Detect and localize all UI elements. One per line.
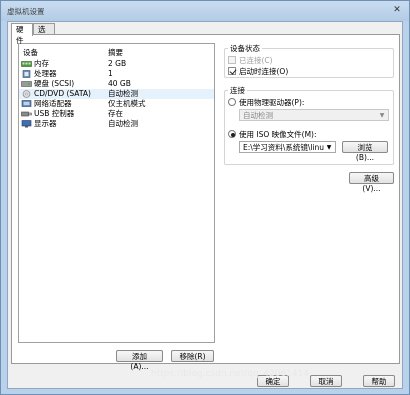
device-name: 网络适配器 <box>34 99 72 108</box>
network-adapter-icon <box>21 100 32 107</box>
title-bar: 虚拟机设置 ✕ <box>1 1 409 21</box>
processor-icon <box>22 70 31 78</box>
device-name: USB 控制器 <box>34 109 75 118</box>
window-title: 虚拟机设置 <box>7 7 45 16</box>
physical-drive-select: 自动检测 ▼ <box>239 109 389 121</box>
add-device-button[interactable]: 添加(A)... <box>116 350 163 371</box>
device-summary: 40 GB <box>108 79 131 88</box>
column-header-summary[interactable]: 摘要 <box>108 47 123 58</box>
device-row-cd-dvd[interactable]: CD/DVD (SATA) 自动检测 <box>19 89 214 99</box>
device-name: CD/DVD (SATA) <box>34 89 91 98</box>
device-summary: 1 <box>108 69 113 78</box>
memory-icon <box>21 61 32 67</box>
device-row-usb-controller[interactable]: USB 控制器 存在 <box>19 109 214 119</box>
device-name: 显示器 <box>34 119 57 128</box>
dialog-client: 硬件 选项 设备 摘要 内存 2 GB <box>7 21 403 389</box>
device-list-header: 设备 摘要 <box>19 47 214 57</box>
device-row-hard-disk[interactable]: 硬盘 (SCSI) 40 GB <box>19 79 214 89</box>
watermark-text: https://blog.csdn.net/qq_42061414 <box>151 369 310 379</box>
device-summary: 自动检测 <box>108 119 138 128</box>
physical-drive-value: 自动检测 <box>243 111 273 120</box>
device-row-display[interactable]: 显示器 自动检测 <box>19 119 214 129</box>
hardware-tab-page: 设备 摘要 内存 2 GB 处理器 1 硬盘 (SCSI) 40 GB CD/D… <box>11 34 400 371</box>
device-name: 处理器 <box>34 69 57 78</box>
connect-on-power-label: 启动时连接(O) <box>239 67 289 76</box>
usb-controller-icon <box>21 111 32 117</box>
display-icon <box>21 120 32 128</box>
help-button[interactable]: 帮助 <box>363 375 395 387</box>
close-icon[interactable]: ✕ <box>391 5 403 16</box>
device-summary: 2 GB <box>108 59 127 68</box>
device-name: 内存 <box>34 59 49 68</box>
device-summary: 自动检测 <box>108 89 138 98</box>
connect-on-power-checkbox[interactable] <box>228 67 236 75</box>
connection-title: 连接 <box>228 85 247 96</box>
cd-dvd-icon <box>22 90 31 98</box>
chevron-down-icon: ▼ <box>379 112 385 119</box>
iso-path-value: E:\学习资料\系统镜\linux系统 <box>243 143 324 152</box>
iso-path-combo[interactable]: E:\学习资料\系统镜\linux系统 ▼ <box>239 141 336 153</box>
device-summary: 仅主机模式 <box>108 99 146 108</box>
device-name: 硬盘 (SCSI) <box>34 79 75 88</box>
device-row-memory[interactable]: 内存 2 GB <box>19 59 214 69</box>
connection-group: 连接 使用物理驱动器(P): 自动检测 ▼ 使用 ISO 映像文件(M): E:… <box>224 85 394 165</box>
cancel-button[interactable]: 取消 <box>310 375 342 387</box>
device-status-group: 设备状态 已连接(C) 启动时连接(O) <box>224 43 394 78</box>
device-summary: 存在 <box>108 109 123 118</box>
iso-image-label: 使用 ISO 映像文件(M): <box>239 130 317 139</box>
device-row-network-adapter[interactable]: 网络适配器 仅主机模式 <box>19 99 214 109</box>
physical-drive-radio[interactable] <box>228 98 236 106</box>
device-status-title: 设备状态 <box>228 43 262 54</box>
connected-label: 已连接(C) <box>239 56 273 65</box>
physical-drive-label: 使用物理驱动器(P): <box>239 98 305 107</box>
remove-device-button[interactable]: 移除(R) <box>171 350 214 362</box>
hard-disk-icon <box>21 81 32 87</box>
column-header-device[interactable]: 设备 <box>23 47 38 58</box>
browse-button[interactable]: 浏览(B)... <box>342 141 388 162</box>
advanced-button[interactable]: 高级(V)... <box>349 172 394 193</box>
device-row-processor[interactable]: 处理器 1 <box>19 69 214 79</box>
chevron-down-icon[interactable]: ▼ <box>325 144 333 151</box>
iso-image-radio[interactable] <box>228 130 236 138</box>
tab-hardware[interactable]: 硬件 <box>11 23 33 45</box>
settings-window: 虚拟机设置 ✕ 硬件 选项 设备 摘要 内存 2 GB <box>0 0 410 395</box>
device-list[interactable]: 设备 摘要 内存 2 GB 处理器 1 硬盘 (SCSI) 40 GB CD/D… <box>18 43 215 343</box>
connected-checkbox[interactable] <box>228 56 236 64</box>
